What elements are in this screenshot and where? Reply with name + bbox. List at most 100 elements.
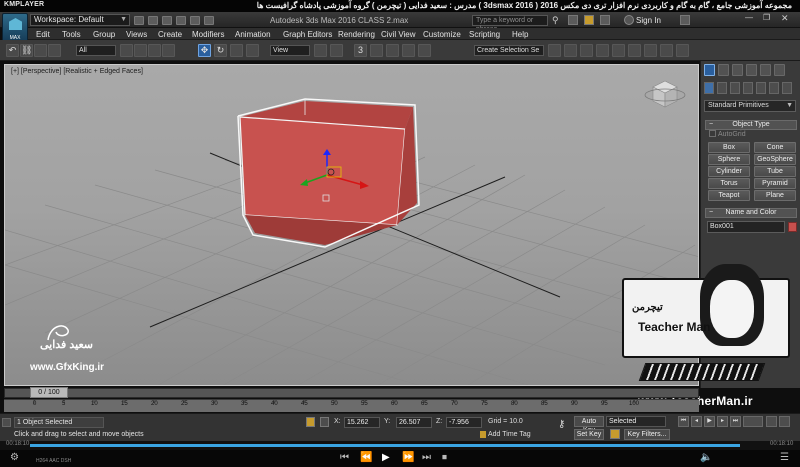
unlink-icon[interactable]	[34, 44, 47, 57]
render-setup-icon[interactable]	[644, 44, 657, 57]
window-crossing-icon[interactable]	[162, 44, 175, 57]
curve-editor-icon[interactable]	[596, 44, 609, 57]
rendered-frame-window-icon[interactable]	[660, 44, 673, 57]
schematic-view-icon[interactable]	[612, 44, 625, 57]
geosphere-button[interactable]: GeoSphere	[754, 154, 796, 165]
edit-named-selection-icon[interactable]	[418, 44, 431, 57]
viewcube-icon[interactable]	[644, 80, 686, 108]
reference-coordinate-dropdown[interactable]: View	[270, 45, 310, 56]
select-object-icon[interactable]	[120, 44, 133, 57]
teapot-button[interactable]: Teapot	[708, 190, 750, 201]
workspace-dropdown[interactable]: Workspace: Default ▼	[30, 14, 130, 26]
snaps-toggle-icon[interactable]: 3	[354, 44, 367, 57]
key-mode-icon[interactable]	[610, 429, 620, 439]
align-icon[interactable]	[564, 44, 577, 57]
menu-help[interactable]: Help	[512, 30, 528, 39]
shapes-icon[interactable]	[717, 82, 727, 94]
systems-icon[interactable]	[782, 82, 792, 94]
cameras-icon[interactable]	[743, 82, 753, 94]
new-scene-icon[interactable]	[134, 16, 144, 25]
time-slider-thumb[interactable]: 0 / 100	[30, 387, 68, 398]
previous-frame-icon[interactable]: ◂	[691, 416, 702, 427]
x-coordinate-input[interactable]: 15.262	[344, 417, 380, 428]
tab-display-icon[interactable]	[760, 64, 771, 76]
percent-snap-icon[interactable]	[386, 44, 399, 57]
selection-lock-icon[interactable]	[306, 417, 315, 427]
tab-utilities-icon[interactable]	[774, 64, 785, 76]
place-icon[interactable]	[246, 44, 259, 57]
track-bar[interactable]	[4, 399, 699, 412]
play-icon[interactable]: ▶	[382, 452, 390, 463]
project-folder-icon[interactable]	[204, 16, 214, 25]
tab-create-icon[interactable]	[704, 64, 715, 76]
undo-icon[interactable]: ↶	[6, 44, 19, 57]
sign-in-link[interactable]: Sign In	[636, 16, 661, 25]
keyboard-shortcut-override-icon[interactable]	[330, 44, 343, 57]
application-button[interactable]: MAX	[2, 13, 28, 43]
box-button[interactable]: Box	[708, 142, 750, 153]
rectangular-selection-icon[interactable]	[148, 44, 161, 57]
named-selection-set-dropdown[interactable]: Create Selection Se	[474, 45, 544, 56]
menu-modifiers[interactable]: Modifiers	[192, 30, 224, 39]
settings-icon[interactable]: ⚙	[10, 452, 19, 463]
menu-animation[interactable]: Animation	[235, 30, 271, 39]
menu-graph-editors[interactable]: Graph Editors	[283, 30, 332, 39]
orbit-icon[interactable]	[779, 416, 790, 427]
volume-icon[interactable]: 🔈	[700, 452, 712, 463]
angle-snap-icon[interactable]	[370, 44, 383, 57]
select-and-move-icon[interactable]: ✥	[198, 44, 211, 57]
menu-rendering[interactable]: Rendering	[338, 30, 375, 39]
search-input[interactable]: Type a keyword or phrase	[472, 15, 548, 33]
rewind-icon[interactable]: ⏪	[360, 452, 372, 463]
object-name-input[interactable]: Box001	[707, 221, 785, 233]
menu-edit[interactable]: Edit	[36, 30, 50, 39]
open-file-icon[interactable]	[148, 16, 158, 25]
cone-button[interactable]: Cone	[754, 142, 796, 153]
viewport-label[interactable]: [+] [Perspective] [Realistic + Edged Fac…	[11, 68, 143, 75]
torus-button[interactable]: Torus	[708, 178, 750, 189]
playlist-icon[interactable]: ☰	[780, 452, 789, 463]
zoom-extents-icon[interactable]	[766, 416, 777, 427]
plane-button[interactable]: Plane	[754, 190, 796, 201]
sphere-button[interactable]: Sphere	[708, 154, 750, 165]
object-type-rollout-header[interactable]: − Object Type	[705, 120, 797, 130]
go-to-start-icon[interactable]: ⏮	[678, 416, 689, 427]
geometry-icon[interactable]	[704, 82, 714, 94]
time-slider-track[interactable]	[4, 388, 699, 398]
menu-create[interactable]: Create	[158, 30, 182, 39]
tab-motion-icon[interactable]	[746, 64, 757, 76]
key-filters-button[interactable]: Key Filters...	[624, 429, 670, 440]
lights-icon[interactable]	[730, 82, 740, 94]
play-icon[interactable]: ▶	[704, 416, 715, 427]
fast-forward-icon[interactable]: ⏩	[402, 452, 414, 463]
auto-key-button[interactable]: Auto Key	[574, 416, 604, 434]
menu-group[interactable]: Group	[93, 30, 115, 39]
menu-tools[interactable]: Tools	[62, 30, 81, 39]
key-selection-dropdown[interactable]: Selected	[606, 416, 666, 427]
menu-customize[interactable]: Customize	[423, 30, 461, 39]
previous-icon[interactable]: ⏮	[340, 452, 349, 463]
mirror-icon[interactable]	[548, 44, 561, 57]
space-warps-icon[interactable]	[769, 82, 779, 94]
redo-icon[interactable]	[190, 16, 200, 25]
next-icon[interactable]: ⏭	[422, 452, 431, 463]
pyramid-button[interactable]: Pyramid	[754, 178, 796, 189]
spinner-snap-icon[interactable]	[402, 44, 415, 57]
menu-scripting[interactable]: Scripting	[469, 30, 500, 39]
minimize-icon[interactable]: —	[745, 13, 753, 22]
go-to-end-icon[interactable]: ⏭	[730, 416, 741, 427]
add-time-tag-button[interactable]: Add Time Tag	[488, 431, 531, 438]
close-icon[interactable]: ✕	[781, 13, 789, 24]
bind-space-warp-icon[interactable]	[48, 44, 61, 57]
maxscript-listener-icon[interactable]	[2, 418, 11, 427]
maximize-icon[interactable]: ❐	[763, 13, 770, 22]
autogrid-checkbox[interactable]: AutoGrid	[709, 130, 746, 138]
select-and-rotate-icon[interactable]: ↻	[214, 44, 227, 57]
material-editor-icon[interactable]	[628, 44, 641, 57]
next-frame-icon[interactable]: ▸	[717, 416, 728, 427]
subscription-center-icon[interactable]	[568, 15, 578, 25]
primitive-category-dropdown[interactable]: Standard Primitives ▼	[704, 100, 796, 112]
tab-hierarchy-icon[interactable]	[732, 64, 743, 76]
cylinder-button[interactable]: Cylinder	[708, 166, 750, 177]
helpers-icon[interactable]	[756, 82, 766, 94]
